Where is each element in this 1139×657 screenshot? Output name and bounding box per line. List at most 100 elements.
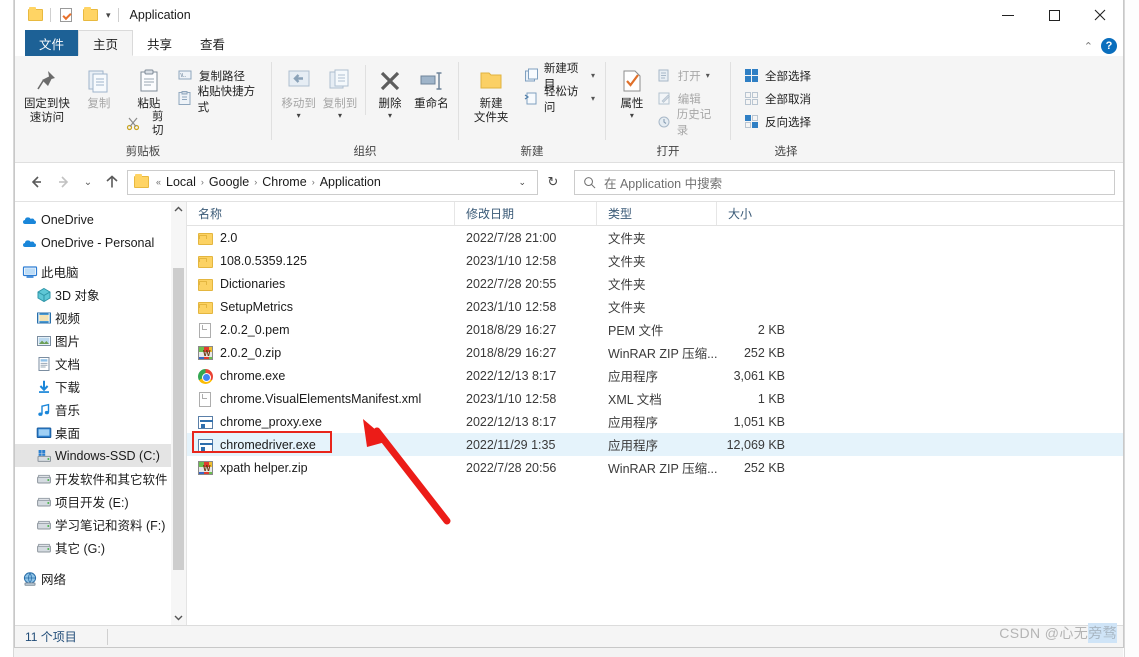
- table-row[interactable]: Dictionaries 2022/7/28 20:55 文件夹: [187, 272, 1123, 295]
- select-all-button[interactable]: 全部选择: [743, 65, 815, 86]
- up-button[interactable]: [99, 169, 125, 195]
- chevron-down-icon[interactable]: ▾: [630, 109, 634, 123]
- qat-properties-button[interactable]: [54, 3, 78, 27]
- pin-to-quick-access-button[interactable]: 固定到快 速访问: [21, 61, 73, 125]
- chevron-down-icon[interactable]: ▾: [102, 10, 115, 20]
- address-dropdown-icon[interactable]: ⌄: [511, 177, 533, 188]
- back-button[interactable]: [23, 169, 49, 195]
- sidebar-item-5[interactable]: 图片: [15, 329, 186, 352]
- cut-button[interactable]: 剪切: [125, 111, 173, 137]
- table-row[interactable]: chrome.VisualElementsManifest.xml 2023/1/…: [187, 387, 1123, 410]
- refresh-button[interactable]: ↻: [540, 170, 566, 195]
- table-row[interactable]: 108.0.5359.125 2023/1/10 12:58 文件夹: [187, 249, 1123, 272]
- chevron-down-icon[interactable]: ▾: [388, 109, 392, 123]
- copy-button[interactable]: 复制: [73, 61, 125, 111]
- sidebar-item-2[interactable]: 此电脑: [15, 260, 186, 283]
- column-header-date[interactable]: 修改日期: [455, 202, 597, 225]
- breadcrumb-google[interactable]: Google: [204, 175, 254, 189]
- sidebar-item-0[interactable]: OneDrive: [15, 208, 186, 231]
- navigation-scrollbar[interactable]: [171, 202, 186, 625]
- chevron-down-icon[interactable]: ▾: [591, 94, 595, 103]
- move-to-button[interactable]: 移动到 ▾: [278, 61, 319, 123]
- history-label: 历史记录: [676, 108, 712, 137]
- sidebar-item-10[interactable]: Windows-SSD (C:): [15, 444, 186, 467]
- copy-to-button[interactable]: 复制到 ▾: [319, 61, 360, 123]
- table-row[interactable]: SetupMetrics 2023/1/10 12:58 文件夹: [187, 295, 1123, 318]
- history-button[interactable]: 历史记录: [656, 109, 724, 137]
- column-header-size[interactable]: 大小: [717, 202, 797, 225]
- select-none-button[interactable]: 全部取消: [743, 88, 815, 109]
- table-row[interactable]: 2.0 2022/7/28 21:00 文件夹: [187, 226, 1123, 249]
- breadcrumb-overflow[interactable]: «: [152, 177, 161, 187]
- column-header-name[interactable]: 名称: [187, 202, 455, 225]
- rename-button[interactable]: 重命名: [411, 61, 452, 111]
- minimize-button[interactable]: [985, 0, 1031, 30]
- properties-button[interactable]: 属性 ▾: [612, 61, 652, 123]
- tab-share[interactable]: 共享: [133, 30, 186, 56]
- file-icon: [198, 391, 214, 407]
- network-icon-wrap: [19, 571, 41, 587]
- sidebar-item-9[interactable]: 桌面: [15, 421, 186, 444]
- search-box[interactable]: 在 Application 中搜索: [574, 169, 1115, 195]
- cell-date: 2023/1/10 12:58: [466, 299, 557, 314]
- table-row[interactable]: xpath helper.zip 2022/7/28 20:56 WinRAR ZI…: [187, 456, 1123, 479]
- address-bar[interactable]: « Local › Google › Chrome › Application …: [127, 169, 538, 195]
- chevron-down-icon[interactable]: ▾: [297, 109, 301, 123]
- folder-icon: [27, 7, 43, 21]
- cell-name: SetupMetrics: [187, 299, 455, 315]
- scroll-down-button[interactable]: [171, 610, 186, 625]
- sidebar-item-8[interactable]: 音乐: [15, 398, 186, 421]
- folder-icon: [134, 174, 149, 188]
- sidebar-item-4[interactable]: 视频: [15, 306, 186, 329]
- table-row[interactable]: 2.0.2_0.pem 2018/8/29 16:27 PEM 文件 2 KB: [187, 318, 1123, 341]
- breadcrumb-application[interactable]: Application: [315, 175, 386, 189]
- sidebar-item-11[interactable]: 开发软件和其它软件: [15, 467, 186, 490]
- open-button[interactable]: 打开 ▾: [656, 65, 724, 86]
- tab-home[interactable]: 主页: [78, 30, 134, 56]
- sidebar-item-12[interactable]: 项目开发 (E:): [15, 490, 186, 513]
- paste-button[interactable]: 粘贴 剪切: [125, 61, 173, 137]
- tab-view[interactable]: 查看: [186, 30, 239, 56]
- sidebar-item-14[interactable]: 其它 (G:): [15, 536, 186, 559]
- sidebar-item-6[interactable]: 文档: [15, 352, 186, 375]
- invert-selection-button[interactable]: 反向选择: [743, 111, 815, 132]
- table-row[interactable]: 2.0.2_0.zip 2018/8/29 16:27 WinRAR ZIP 压缩.…: [187, 341, 1123, 364]
- ribbon-group-new: 新建 文件夹 新建项目 ▾ 轻松访问 ▾ 新建: [459, 56, 605, 163]
- table-row[interactable]: chromedriver.exe 2022/11/29 1:35 应用程序 12,06…: [187, 433, 1123, 456]
- background-window-right: [1123, 0, 1139, 657]
- sidebar-item-1[interactable]: OneDrive - Personal: [15, 231, 186, 254]
- recent-locations-button[interactable]: ⌄: [79, 169, 97, 195]
- column-header-type[interactable]: 类型: [597, 202, 717, 225]
- delete-button[interactable]: 删除 ▾: [369, 61, 410, 123]
- help-icon[interactable]: ?: [1101, 38, 1117, 54]
- scroll-up-button[interactable]: [171, 202, 186, 217]
- new-folder-button[interactable]: 新建 文件夹: [465, 61, 517, 125]
- cell-size: 3,061 KB: [733, 368, 785, 383]
- qat-new-folder-button[interactable]: [78, 3, 102, 27]
- sidebar-item-13[interactable]: 学习笔记和资料 (F:): [15, 513, 186, 536]
- breadcrumb-chrome[interactable]: Chrome: [257, 175, 311, 189]
- navigation-pane: OneDrive OneDrive - Personal 此电脑 3D 对象 视频 图片文…: [15, 202, 187, 625]
- qat-folder-button[interactable]: [23, 3, 47, 27]
- paste-shortcut-button[interactable]: 粘贴快捷方式: [177, 86, 265, 114]
- collapse-ribbon-icon[interactable]: ⌃: [1084, 40, 1093, 53]
- breadcrumb-local[interactable]: Local: [161, 175, 201, 189]
- new-folder-icon: [478, 65, 504, 97]
- title-bar[interactable]: ▾ Application: [15, 0, 1123, 30]
- maximize-button[interactable]: [1031, 0, 1077, 30]
- documents-icon: [38, 356, 50, 371]
- close-button[interactable]: [1077, 0, 1123, 30]
- forward-button[interactable]: [51, 169, 77, 195]
- chevron-down-icon[interactable]: ▾: [591, 71, 595, 80]
- table-row[interactable]: chrome_proxy.exe 2022/12/13 8:17 应用程序 1,051…: [187, 410, 1123, 433]
- sidebar-item-7[interactable]: 下载: [15, 375, 186, 398]
- table-row[interactable]: chrome.exe 2022/12/13 8:17 应用程序 3,061 KB: [187, 364, 1123, 387]
- sidebar-item-3[interactable]: 3D 对象: [15, 283, 186, 306]
- tab-file[interactable]: 文件: [25, 30, 79, 56]
- chevron-down-icon[interactable]: ▾: [338, 109, 342, 123]
- sidebar-item-15[interactable]: 网络: [15, 567, 186, 590]
- this-pc-icon-wrap: [19, 264, 41, 280]
- easy-access-button[interactable]: 轻松访问 ▾: [523, 86, 599, 114]
- chevron-down-icon[interactable]: ▾: [706, 71, 710, 80]
- navigation-scrollbar-thumb[interactable]: [173, 268, 184, 570]
